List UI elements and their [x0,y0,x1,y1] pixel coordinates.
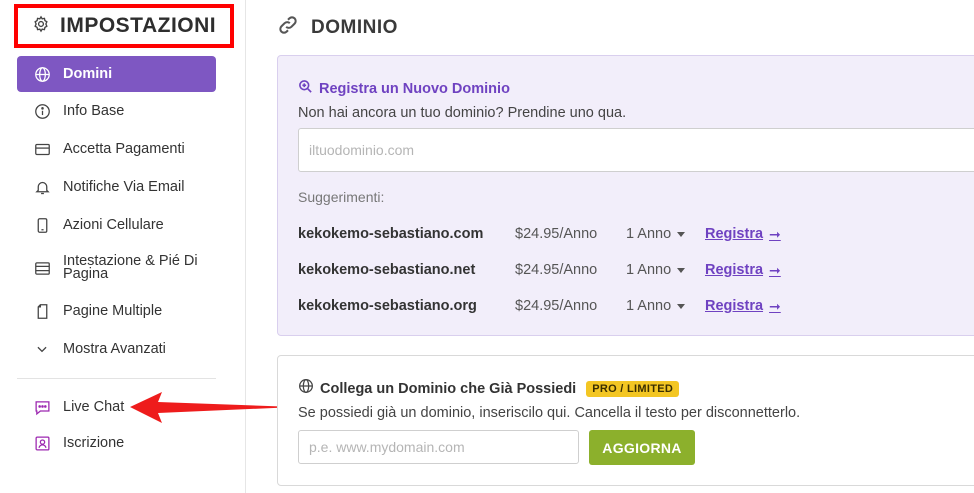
pages-icon [33,302,51,320]
suggestion-row: kekokemo-sebastiano.net $24.95/Anno 1 An… [298,260,781,280]
sidebar-item-iscrizione[interactable]: Iscrizione [17,426,216,460]
sidebar-item-label: Intestazione & Pié Di Pagina [63,253,198,282]
user-card-icon [33,434,51,452]
sidebar-item-label: Domini [63,66,113,82]
suggestions-label: Suggerimenti: [298,189,385,205]
sidebar-item-label: Azioni Cellulare [63,217,164,233]
suggestion-domain: kekokemo-sebastiano.net [298,262,476,278]
red-arrow-annotation [130,392,296,423]
suggestion-row: kekokemo-sebastiano.com $24.95/Anno 1 An… [298,224,781,244]
connect-subtitle: Se possiedi già un dominio, inseriscilo … [298,405,801,421]
globe-icon [298,378,314,399]
sidebar-item-mostra-avanzati[interactable]: Mostra Avanzati [17,330,216,368]
sidebar-item-label: Mostra Avanzati [63,341,166,357]
chevron-down-icon [33,340,51,358]
settings-title: IMPOSTAZIONI [60,14,217,37]
connect-domain-card: Collega un Dominio che Già Possiedi PRO … [277,355,974,486]
sidebar-item-label: Accetta Pagamenti [63,141,185,157]
caret-down-icon [677,267,686,273]
sidebar-nav: Domini Info Base Accetta Pagamenti Notif… [17,56,216,368]
sidebar-item-domini[interactable]: Domini [17,56,216,92]
arrow-right-icon: ➞ [769,225,781,242]
register-link-text: Registra [705,298,764,314]
globe-icon [33,65,51,83]
chat-icon [33,398,51,416]
link-chain-icon [277,14,299,41]
existing-domain-input[interactable] [298,430,579,464]
sidebar-item-info-base[interactable]: Info Base [17,92,216,130]
sidebar-item-label: Notifiche Via Email [63,179,185,195]
sidebar-item-notifiche-email[interactable]: Notifiche Via Email [17,168,216,206]
info-icon [33,102,51,120]
settings-header: IMPOSTAZIONI [14,4,234,48]
term-value: 1 Anno [626,262,672,278]
term-value: 1 Anno [626,298,672,314]
pro-limited-badge: PRO / LIMITED [586,380,680,397]
term-select[interactable]: 1 Anno [626,226,705,242]
caret-down-icon [677,231,686,237]
sidebar-item-intestazione[interactable]: Intestazione & Pié Di Pagina [17,244,216,292]
domain-search-input[interactable] [298,128,974,172]
update-button[interactable]: AGGIORNA [589,430,695,465]
suggestion-row: kekokemo-sebastiano.org $24.95/Anno 1 An… [298,296,781,316]
arrow-right-icon: ➞ [769,261,781,278]
suggestion-price: $24.95/Anno [515,298,598,314]
sidebar-item-label: Info Base [63,103,125,119]
suggestion-domain: kekokemo-sebastiano.org [298,298,477,314]
sidebar-item-azioni-cellulare[interactable]: Azioni Cellulare [17,206,216,244]
suggestion-price: $24.95/Anno [515,262,598,278]
mobile-icon [33,216,51,234]
register-link[interactable]: Registra ➞ [705,298,781,315]
caret-down-icon [677,303,686,309]
register-domain-card: Registra un Nuovo Dominio Non hai ancora… [277,55,974,336]
sidebar-item-label: Pagine Multiple [63,303,163,319]
sidebar-item-label: Iscrizione [63,435,125,451]
page-title-text: DOMINIO [311,16,398,38]
connect-heading-text: Collega un Dominio che Già Possiedi [320,380,577,397]
term-select[interactable]: 1 Anno [626,298,705,314]
register-link[interactable]: Registra ➞ [705,262,781,279]
register-heading: Registra un Nuovo Dominio [298,79,510,99]
search-plus-icon [298,79,313,99]
bell-icon [33,178,51,196]
term-value: 1 Anno [626,226,672,242]
page-title: DOMINIO [277,14,398,41]
register-link-text: Registra [705,226,764,242]
register-heading-text: Registra un Nuovo Dominio [319,81,510,97]
suggestion-price: $24.95/Anno [515,226,598,242]
sidebar-item-label: Live Chat [63,399,125,415]
suggestion-domain: kekokemo-sebastiano.com [298,226,484,242]
register-link-text: Registra [705,262,764,278]
arrow-right-icon: ➞ [769,297,781,314]
register-link[interactable]: Registra ➞ [705,226,781,243]
connect-heading: Collega un Dominio che Già Possiedi PRO … [298,378,680,399]
credit-card-icon [33,140,51,158]
layout-icon [33,259,51,277]
sidebar-item-accetta-pagamenti[interactable]: Accetta Pagamenti [17,130,216,168]
register-subtitle: Non hai ancora un tuo dominio? Prendine … [298,105,627,121]
sidebar-item-pagine-multiple[interactable]: Pagine Multiple [17,292,216,330]
gear-icon [32,15,50,38]
term-select[interactable]: 1 Anno [626,262,705,278]
sidebar-divider [17,378,216,379]
